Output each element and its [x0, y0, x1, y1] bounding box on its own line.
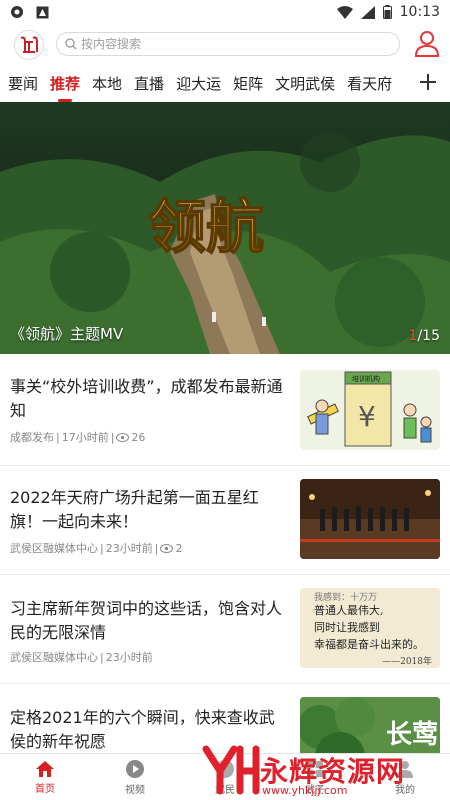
logo-icon: [20, 36, 38, 53]
banner-caption: 《领航》主题MV: [10, 325, 124, 343]
news-item[interactable]: 事关“校外培训收费”，成都发布最新通知 成都发布 | 17小时前 | 26 培训机构…: [0, 357, 450, 466]
status-time: 10:13: [399, 4, 440, 20]
quote-line-1: 普通人最伟大,: [314, 604, 384, 617]
news-time: 23小时前: [105, 651, 153, 664]
banner-title-art: 领航: [148, 193, 264, 261]
signal-icon: [360, 5, 375, 19]
play-icon: [126, 759, 144, 778]
watermark-logo: [202, 745, 260, 795]
wifi-icon: [336, 5, 353, 19]
add-channel-icon[interactable]: [418, 72, 438, 92]
news-meta: 成都发布 | 17小时前 | 26: [10, 430, 146, 445]
tab-bendi[interactable]: 本地: [92, 73, 122, 94]
quote-year: ——2018年: [382, 657, 432, 667]
app-logo[interactable]: [14, 30, 44, 60]
svg-text:¥: ¥: [358, 400, 376, 433]
news-views: 2: [175, 541, 183, 555]
nav-home[interactable]: 首页: [0, 754, 90, 800]
news-time: 23小时前: [105, 542, 153, 555]
quote-line-2: 同时让我感到: [314, 621, 380, 634]
news-thumbnail: [300, 479, 440, 559]
views-icon: [160, 543, 174, 553]
tab-zhibo[interactable]: 直播: [134, 73, 164, 94]
app-status-icon: [36, 6, 49, 18]
quote-line-3: 幸福都是奋斗出来的。: [314, 638, 424, 651]
news-item[interactable]: 2022年天府广场升起第一面五星红旗！一起向未来！ 武侯区融媒体中心 | 23小时…: [0, 466, 450, 575]
hero-banner[interactable]: 领航 《领航》主题MV 1/15: [0, 102, 450, 354]
thumb-sign-text: 培训机构: [352, 374, 380, 383]
search-icon: [65, 38, 77, 50]
search-box[interactable]: [56, 32, 400, 56]
app-header: [0, 24, 450, 64]
news-meta: 武侯区融媒体中心 | 23小时前: [10, 650, 153, 665]
home-icon: [36, 760, 54, 777]
news-title: 习主席新年贺词中的这些话，饱含对人民的无限深情: [10, 599, 283, 642]
channel-tabs: 要闻 推荐 本地 直播 迎大运 矩阵 文明武侯 看天府: [0, 64, 450, 102]
app-screen: 10:13 要闻 推荐 本地 直播 迎大运 矩阵 文明武侯 看天府: [0, 0, 450, 800]
news-thumbnail: 我感到：十万万 普通人最伟大, 同时让我感到 幸福都是奋斗出来的。 ——2018…: [300, 588, 440, 668]
quote-text: 普通人最伟大, 同时让我感到 幸福都是奋斗出来的。: [314, 602, 424, 653]
nav-home-label: 首页: [35, 783, 55, 795]
cartoon-illustration: 培训机构 ¥: [307, 371, 432, 447]
status-bar: 10:13: [0, 0, 450, 24]
tab-tuijian[interactable]: 推荐: [50, 73, 80, 94]
banner-image: 领航: [0, 102, 450, 354]
user-icon[interactable]: [414, 30, 440, 58]
watermark-url: www.yhkjjj.com: [262, 784, 348, 797]
nav-video[interactable]: 视频: [90, 754, 180, 800]
news-item[interactable]: 习主席新年贺词中的这些话，饱含对人民的无限深情 武侯区融媒体中心 | 23小时前 …: [0, 575, 450, 684]
search-input[interactable]: [81, 37, 381, 51]
banner-page-indicator: 1/15: [409, 328, 440, 344]
news-source: 武侯区融媒体中心: [10, 542, 98, 555]
watermark: 永辉资源网 www.yhkjjj.com: [200, 740, 450, 800]
battery-icon: [382, 5, 392, 19]
banner-total: /15: [417, 328, 440, 344]
tab-wenmingwuhou[interactable]: 文明武侯: [275, 73, 335, 94]
tab-juzhen[interactable]: 矩阵: [233, 73, 263, 94]
news-title: 事关“校外培训收费”，成都发布最新通知: [10, 377, 283, 420]
news-title: 2022年天府广场升起第一面五星红旗！一起向未来！: [10, 488, 259, 531]
news-meta: 武侯区融媒体中心 | 23小时前 | 2: [10, 541, 183, 556]
tab-kantianfu[interactable]: 看天府: [347, 73, 392, 94]
news-views: 26: [131, 430, 146, 444]
tab-yaowen[interactable]: 要闻: [8, 73, 38, 94]
news-source: 武侯区融媒体中心: [10, 651, 98, 664]
views-icon: [116, 432, 130, 442]
tab-yingdayun[interactable]: 迎大运: [176, 73, 221, 94]
news-thumbnail: 培训机构 ¥: [300, 370, 440, 450]
nav-video-label: 视频: [125, 784, 145, 796]
news-time: 17小时前: [61, 431, 109, 444]
flag-guards-photo: [300, 479, 440, 559]
settings-status-icon: [11, 6, 23, 18]
news-source: 成都发布: [10, 431, 54, 444]
